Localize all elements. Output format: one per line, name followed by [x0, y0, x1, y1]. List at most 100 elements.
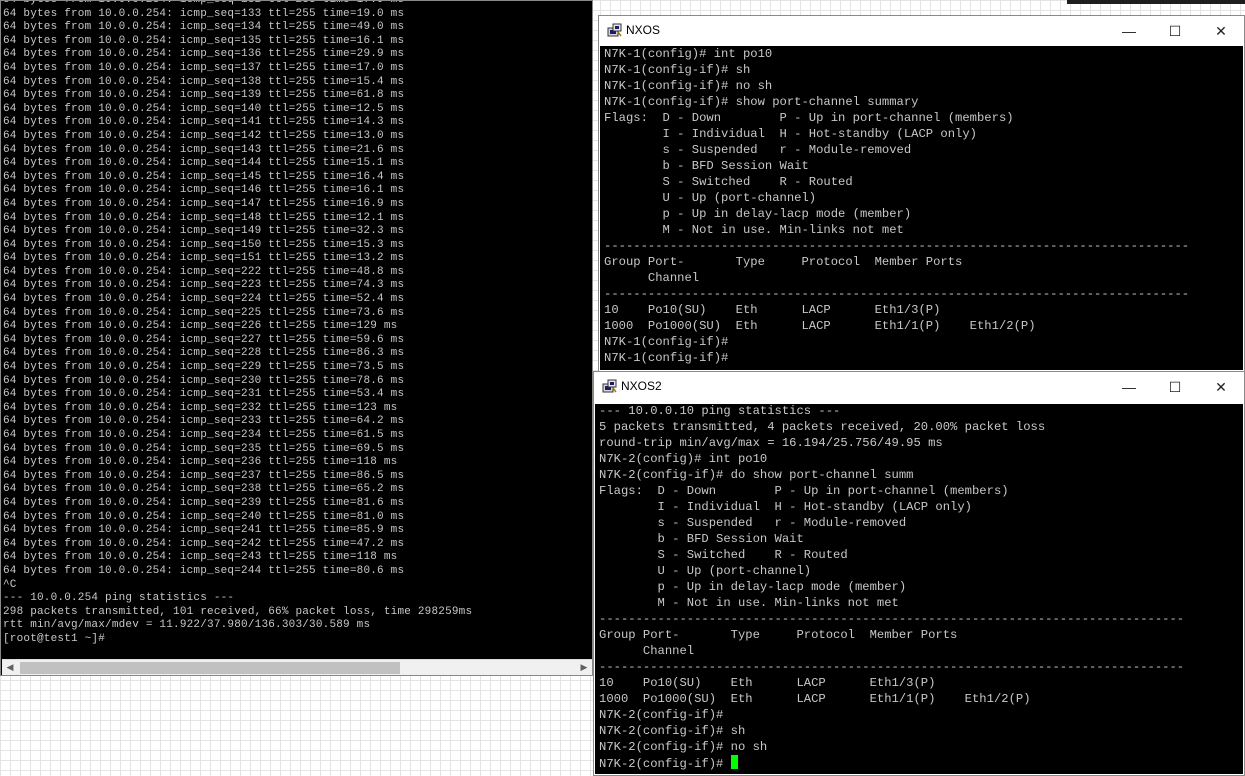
terminal-line: N7K-2(config)# int po10 [599, 452, 768, 466]
terminal-line: 10 Po10(SU) Eth LACP Eth1/3(P) [599, 676, 936, 690]
horizontal-scrollbar[interactable]: ◀ ▶ [2, 659, 592, 675]
terminal-line: 64 bytes from 10.0.0.254: icmp_seq=222 t… [3, 265, 405, 278]
terminal-line: ----------------------------------------… [604, 287, 1190, 301]
minimize-button[interactable]: — [1106, 372, 1152, 402]
terminal-line: 64 bytes from 10.0.0.254: icmp_seq=235 t… [3, 442, 405, 455]
terminal-line: 64 bytes from 10.0.0.254: icmp_seq=149 t… [3, 225, 405, 238]
terminal-line: 64 bytes from 10.0.0.254: icmp_seq=231 t… [3, 388, 405, 401]
terminal-line: ^C [3, 578, 17, 591]
minimize-button[interactable]: — [1106, 16, 1152, 46]
terminal-line: rtt min/avg/max/mdev = 11.922/37.980/136… [3, 619, 371, 632]
terminal-line: N7K-2(config-if)# sh [599, 724, 746, 738]
terminal-line: 64 bytes from 10.0.0.254: icmp_seq=146 t… [3, 184, 405, 197]
terminal-line: p - Up in delay-lacp mode (member) [599, 580, 907, 594]
terminal-line: 64 bytes from 10.0.0.254: icmp_seq=141 t… [3, 116, 405, 129]
terminal-line: N7K-1(config-if)# sh [604, 63, 751, 77]
terminal-line: N7K-1(config-if)# [604, 351, 729, 365]
linux-terminal-output: 64 bytes from 10.0.0.254: icmp_seq=132 t… [3, 0, 473, 647]
maximize-button[interactable]: ☐ [1152, 16, 1198, 46]
nxos2-titlebar[interactable]: NXOS2 — ☐ ✕ [594, 372, 1244, 402]
terminal-line: U - Up (port-channel) [604, 191, 817, 205]
terminal-line: 64 bytes from 10.0.0.254: icmp_seq=228 t… [3, 347, 405, 360]
terminal-line: Channel [599, 644, 695, 658]
terminal-line: 64 bytes from 10.0.0.254: icmp_seq=224 t… [3, 293, 405, 306]
putty-icon [607, 23, 622, 37]
scroll-left-icon[interactable]: ◀ [2, 660, 18, 675]
terminal-line: Flags: D - Down P - Up in port-channel (… [599, 484, 1009, 498]
terminal-line: 64 bytes from 10.0.0.254: icmp_seq=244 t… [3, 564, 405, 577]
terminal-line: 64 bytes from 10.0.0.254: icmp_seq=135 t… [3, 34, 405, 47]
terminal-line: 64 bytes from 10.0.0.254: icmp_seq=225 t… [3, 306, 405, 319]
terminal-line: b - BFD Session Wait [604, 159, 809, 173]
terminal-line: 64 bytes from 10.0.0.254: icmp_seq=241 t… [3, 524, 405, 537]
terminal-line: 64 bytes from 10.0.0.254: icmp_seq=226 t… [3, 320, 398, 333]
terminal-line: 64 bytes from 10.0.0.254: icmp_seq=223 t… [3, 279, 405, 292]
terminal-line: 1000 Po1000(SU) Eth LACP Eth1/1(P) Eth1/… [599, 692, 1031, 706]
terminal-line: N7K-1(config-if)# show port-channel summ… [604, 95, 919, 109]
terminal-line: 64 bytes from 10.0.0.254: icmp_seq=240 t… [3, 510, 405, 523]
nxos-window-title: NXOS [626, 23, 661, 37]
terminal-line: p - Up in delay-lacp mode (member) [604, 207, 912, 221]
terminal-line: Flags: D - Down P - Up in port-channel (… [604, 111, 1014, 125]
terminal-prompt-line: N7K-2(config-if)# [599, 755, 1184, 772]
terminal-line: 64 bytes from 10.0.0.254: icmp_seq=138 t… [3, 75, 405, 88]
terminal-line: 10 Po10(SU) Eth LACP Eth1/3(P) [604, 303, 941, 317]
terminal-line: 64 bytes from 10.0.0.254: icmp_seq=237 t… [3, 469, 405, 482]
scrollbar-thumb[interactable] [20, 662, 400, 674]
terminal-line: 5 packets transmitted, 4 packets receive… [599, 420, 1046, 434]
terminal-line: S - Switched R - Routed [599, 548, 848, 562]
terminal-line: 64 bytes from 10.0.0.254: icmp_seq=151 t… [3, 252, 405, 265]
terminal-line: M - Not in use. Min-links not met [599, 596, 899, 610]
terminal-line: 64 bytes from 10.0.0.254: icmp_seq=234 t… [3, 429, 405, 441]
terminal-line: Group Port- Type Protocol Member Ports [604, 255, 963, 269]
nxos2-terminal-window[interactable]: NXOS2 — ☐ ✕ --- 10.0.0.10 ping statistic… [593, 371, 1245, 776]
terminal-line: I - Individual H - Hot-standby (LACP onl… [604, 127, 978, 141]
terminal-line: 64 bytes from 10.0.0.254: icmp_seq=227 t… [3, 333, 405, 346]
nxos-terminal-area[interactable]: N7K-1(config)# int po10 N7K-1(config-if)#… [600, 46, 1243, 370]
terminal-line: 1000 Po1000(SU) Eth LACP Eth1/1(P) Eth1/… [604, 319, 1036, 333]
nxos2-terminal-output: --- 10.0.0.10 ping statistics --- 5 packe… [599, 404, 1184, 772]
terminal-line: 64 bytes from 10.0.0.254: icmp_seq=144 t… [3, 157, 405, 170]
nxos-terminal-window[interactable]: NXOS — ☐ ✕ N7K-1(config)# int po10 N7K-1(… [598, 15, 1245, 372]
nxos-titlebar[interactable]: NXOS — ☐ ✕ [599, 16, 1244, 46]
terminal-line: 64 bytes from 10.0.0.254: icmp_seq=148 t… [3, 211, 405, 224]
terminal-line: --- 10.0.0.254 ping statistics --- [3, 592, 235, 605]
terminal-line: 64 bytes from 10.0.0.254: icmp_seq=136 t… [3, 48, 405, 61]
terminal-prompt: N7K-2(config-if)# [599, 757, 731, 771]
terminal-line: 64 bytes from 10.0.0.254: icmp_seq=147 t… [3, 197, 405, 210]
terminal-line: 64 bytes from 10.0.0.254: icmp_seq=238 t… [3, 483, 405, 496]
terminal-line: 64 bytes from 10.0.0.254: icmp_seq=230 t… [3, 374, 405, 387]
terminal-line: 64 bytes from 10.0.0.254: icmp_seq=134 t… [3, 21, 405, 34]
terminal-line: 64 bytes from 10.0.0.254: icmp_seq=132 t… [3, 0, 405, 6]
terminal-line: N7K-1(config-if)# no sh [604, 79, 773, 93]
terminal-line: ----------------------------------------… [599, 660, 1185, 674]
close-button[interactable]: ✕ [1198, 372, 1244, 402]
terminal-line: 64 bytes from 10.0.0.254: icmp_seq=140 t… [3, 102, 405, 115]
terminal-line: ----------------------------------------… [599, 612, 1185, 626]
maximize-button[interactable]: ☐ [1152, 372, 1198, 402]
terminal-line: S - Switched R - Routed [604, 175, 853, 189]
terminal-line: [root@test1 ~]# [3, 632, 106, 645]
terminal-line: Group Port- Type Protocol Member Ports [599, 628, 958, 642]
background-window-edge [1067, 0, 1245, 4]
terminal-line: 64 bytes from 10.0.0.254: icmp_seq=233 t… [3, 415, 405, 428]
terminal-line: 298 packets transmitted, 101 received, 6… [3, 605, 473, 618]
terminal-line: 64 bytes from 10.0.0.254: icmp_seq=137 t… [3, 61, 405, 74]
terminal-line: M - Not in use. Min-links not met [604, 223, 904, 237]
nxos2-terminal-area[interactable]: --- 10.0.0.10 ping statistics --- 5 packe… [595, 404, 1243, 774]
close-button[interactable]: ✕ [1198, 16, 1244, 46]
linux-terminal-window[interactable]: 64 bytes from 10.0.0.254: icmp_seq=132 t… [0, 0, 593, 676]
terminal-line: s - Suspended r - Module-removed [599, 516, 907, 530]
scroll-right-icon[interactable]: ▶ [576, 660, 592, 675]
terminal-line: N7K-1(config-if)# [604, 335, 729, 349]
terminal-line: b - BFD Session Wait [599, 532, 804, 546]
terminal-line: 64 bytes from 10.0.0.254: icmp_seq=139 t… [3, 89, 405, 102]
terminal-line: Channel [604, 271, 700, 285]
terminal-line: 64 bytes from 10.0.0.254: icmp_seq=239 t… [3, 496, 405, 509]
terminal-line: 64 bytes from 10.0.0.254: icmp_seq=145 t… [3, 170, 405, 183]
terminal-line: N7K-2(config-if)# [599, 708, 724, 722]
terminal-line: I - Individual H - Hot-standby (LACP onl… [599, 500, 973, 514]
terminal-line: 64 bytes from 10.0.0.254: icmp_seq=243 t… [3, 551, 398, 564]
terminal-line: 64 bytes from 10.0.0.254: icmp_seq=142 t… [3, 129, 405, 142]
terminal-line: N7K-2(config-if)# no sh [599, 740, 768, 754]
